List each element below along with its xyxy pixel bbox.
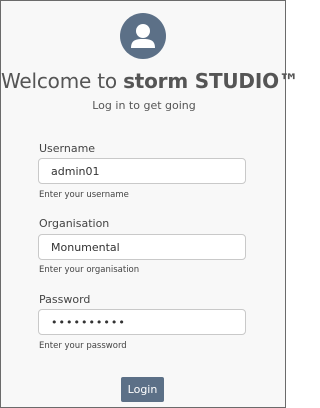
username-label: Username [39,142,96,155]
page-title: Welcome to storm STUDIO™ [1,69,299,93]
login-window: Welcome to storm STUDIO™ Log in to get g… [0,0,299,408]
organisation-label: Organisation [39,217,110,230]
username-field[interactable] [38,158,246,184]
organisation-field[interactable] [38,234,246,260]
password-field[interactable] [38,309,246,335]
login-button[interactable]: Login [121,377,164,402]
password-label: Password [39,293,91,306]
title-prefix: Welcome to [1,69,124,93]
username-hint: Enter your username [39,190,129,200]
password-hint: Enter your password [39,341,127,351]
user-avatar-icon [120,13,166,59]
page-subtitle: Log in to get going [92,99,196,112]
brand-name: storm STUDIO™ [123,69,299,93]
organisation-hint: Enter your organisation [39,265,140,275]
